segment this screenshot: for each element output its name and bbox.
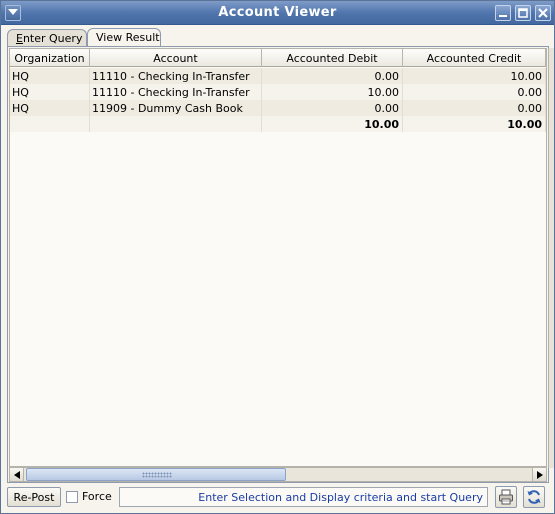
column-header-accounted-debit[interactable]: Accounted Debit — [262, 49, 403, 67]
table-total-row[interactable]: 10.00 10.00 — [10, 116, 546, 132]
window-title: Account Viewer — [218, 5, 337, 20]
minimize-icon[interactable] — [495, 5, 511, 21]
table-header: Organization Account Accounted Debit Acc… — [10, 49, 546, 67]
force-checkbox[interactable] — [66, 491, 78, 503]
cell-debit: 10.00 — [262, 84, 403, 100]
cell-account: 11110 - Checking In-Transfer — [90, 84, 262, 100]
total-debit: 10.00 — [262, 116, 403, 132]
horizontal-scrollbar[interactable] — [9, 467, 547, 482]
tab-view-result[interactable]: View Result — [87, 28, 161, 47]
table-row[interactable]: HQ 11909 - Dummy Cash Book 0.00 0.00 — [10, 100, 546, 116]
tab-label-rest: nter Query — [22, 32, 83, 45]
scrollbar-thumb[interactable] — [26, 468, 286, 481]
force-label: Force — [82, 490, 112, 503]
cell-credit: 10.00 — [403, 68, 546, 84]
cell-organization: HQ — [10, 84, 90, 100]
vertical-edge — [548, 48, 554, 468]
cell-organization: HQ — [10, 100, 90, 116]
bottom-toolbar: Re-Post Force Enter Selection and Displa… — [7, 486, 549, 508]
cell-organization — [10, 116, 90, 132]
table-row[interactable]: HQ 11110 - Checking In-Transfer 10.00 0.… — [10, 84, 546, 100]
result-table: Organization Account Accounted Debit Acc… — [9, 48, 547, 467]
total-credit: 10.00 — [403, 116, 546, 132]
tab-mnemonic: E — [16, 32, 23, 45]
scroll-left-icon[interactable] — [10, 468, 24, 481]
grip-icon — [142, 472, 172, 478]
refresh-icon — [527, 490, 541, 504]
cell-credit: 0.00 — [403, 84, 546, 100]
cell-account: 11909 - Dummy Cash Book — [90, 100, 262, 116]
cell-account — [90, 116, 262, 132]
column-header-organization[interactable]: Organization — [10, 49, 90, 67]
scroll-right-icon[interactable] — [532, 468, 546, 481]
table-row[interactable]: HQ 11110 - Checking In-Transfer 0.00 10.… — [10, 68, 546, 84]
cell-account: 11110 - Checking In-Transfer — [90, 68, 262, 84]
cell-debit: 0.00 — [262, 68, 403, 84]
refresh-button[interactable] — [523, 486, 545, 508]
column-header-account[interactable]: Account — [90, 49, 262, 67]
close-icon[interactable] — [535, 5, 551, 21]
result-panel: Organization Account Accounted Debit Acc… — [7, 46, 554, 483]
cell-organization: HQ — [10, 68, 90, 84]
cell-debit: 0.00 — [262, 100, 403, 116]
column-header-accounted-credit[interactable]: Accounted Credit — [403, 49, 546, 67]
print-button[interactable] — [495, 486, 517, 508]
tab-enter-query[interactable]: Enter Query — [7, 29, 87, 47]
repost-button[interactable]: Re-Post — [7, 487, 61, 507]
tab-label: View Result — [96, 31, 160, 44]
status-bar: Enter Selection and Display criteria and… — [119, 487, 488, 507]
account-viewer-window: Account Viewer Enter Query View Result O… — [0, 0, 555, 514]
cell-credit: 0.00 — [403, 100, 546, 116]
print-icon — [499, 489, 513, 505]
title-bar[interactable]: Account Viewer — [1, 1, 554, 25]
maximize-icon[interactable] — [515, 5, 531, 21]
